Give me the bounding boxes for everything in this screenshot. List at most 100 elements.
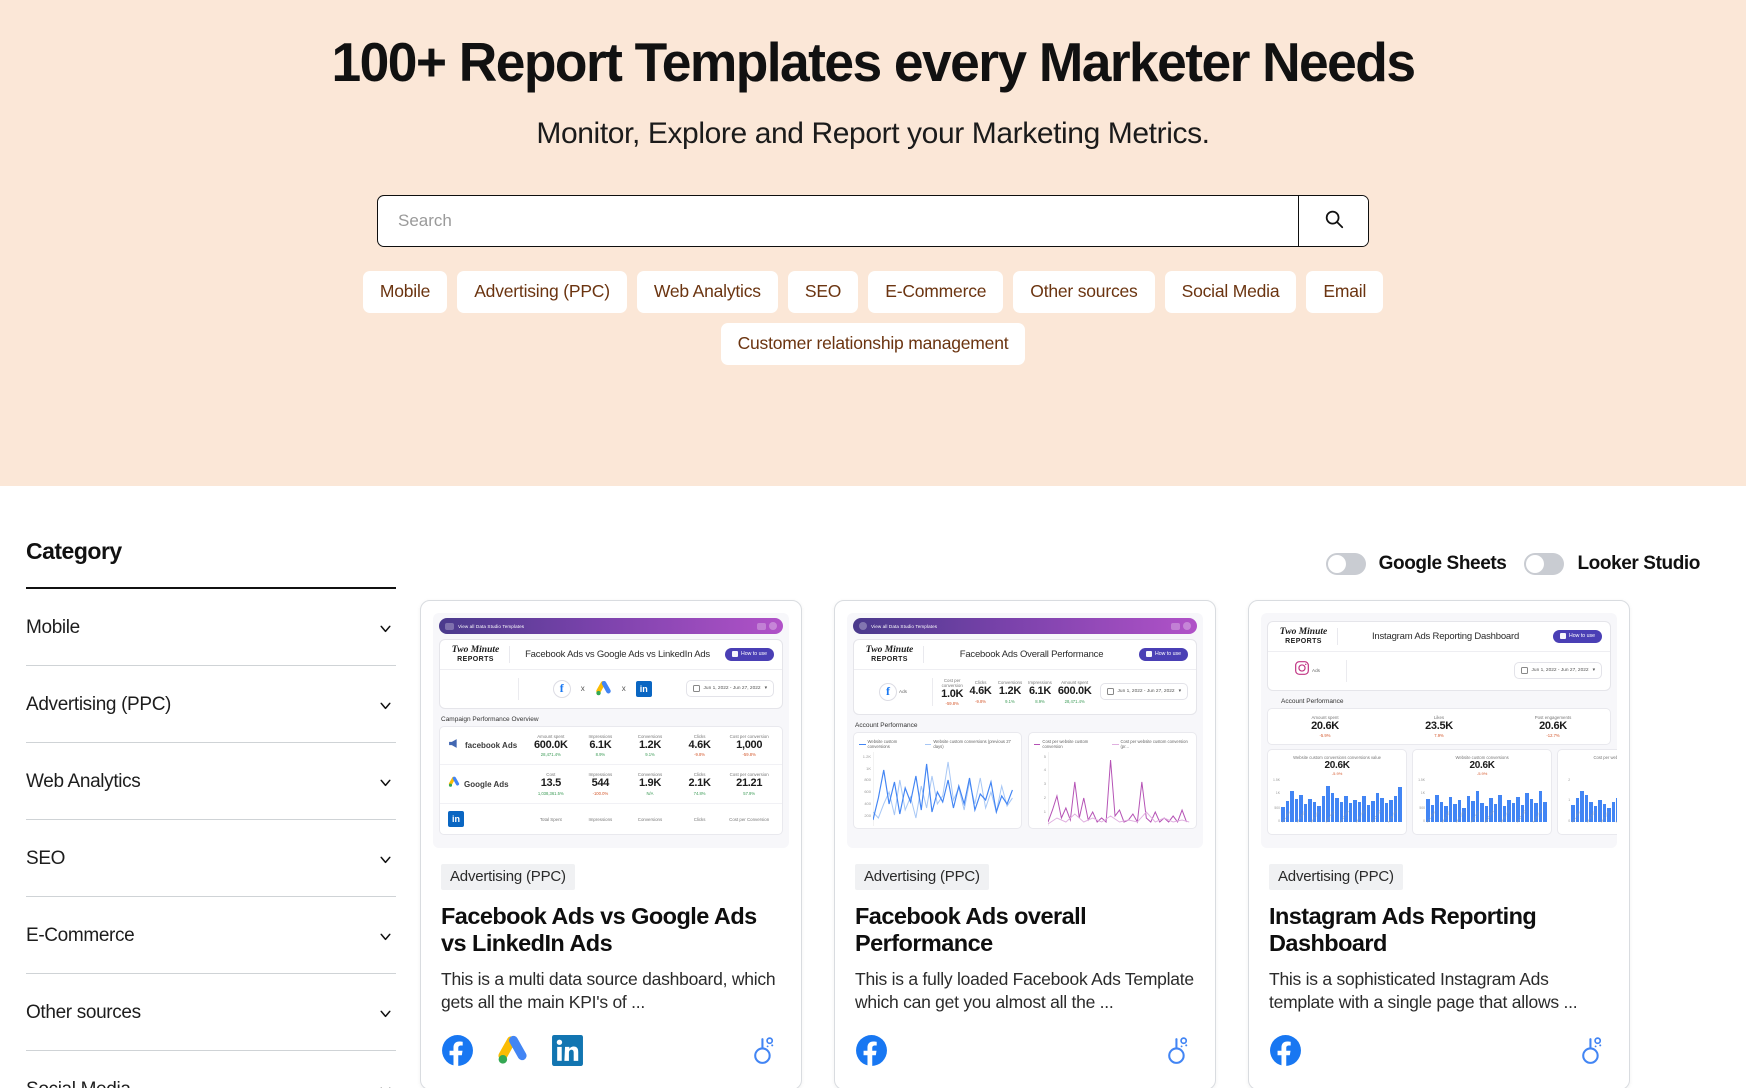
chart-value: 20.6K [1469,760,1495,772]
kpi-delta: 7.9% [1434,733,1444,739]
category-sidebar: Category Mobile Advertising (PPC) Web An… [26,486,420,1088]
y-tick: 600 [864,789,871,795]
template-card[interactable]: Two Minute REPORTS Instagram Ads Reporti… [1248,600,1630,1088]
legend-entry: Website custom conversions (previous 27 … [924,739,1016,749]
sidebar-item-e-commerce[interactable]: E-Commerce [26,897,396,974]
linkedin-icon: in [635,680,652,697]
pill-social-media[interactable]: Social Media [1164,270,1297,313]
y-tick: 1K [1420,791,1426,796]
looker-studio-icon [1162,1034,1195,1067]
card-footer [1249,1014,1629,1088]
y-tick: 1 [1043,809,1046,815]
line-chart-cost: Cost per website custom conversion Cost … [1028,732,1197,830]
kpi-value: 20.6K [1539,719,1567,732]
template-card[interactable]: View all Data Studio Templates Two Minut… [420,600,802,1088]
date-range-value: Jun 1, 2022 - Jun 27, 2022 [703,686,761,691]
kpi-delta: 8.9% [595,752,606,758]
line-chart-conversions: Website custom conversions Website custo… [853,732,1022,830]
logo-line2: REPORTS [871,655,908,663]
pill-email[interactable]: Email [1306,270,1384,313]
kpi-value: 600.0K [533,738,568,751]
toggle-looker-studio[interactable] [1524,553,1565,575]
search-input[interactable] [378,195,1298,246]
pill-e-commerce[interactable]: E-Commerce [868,270,1004,313]
logo-line2: REPORTS [457,655,494,663]
book-icon [1560,633,1567,640]
sidebar-item-other-sources[interactable]: Other sources [26,974,396,1051]
thumbnail-topbar-text: View all Data Studio Templates [871,623,938,629]
linkedin-icon [551,1034,584,1067]
present-icon [757,622,766,630]
kpi-value: 1,000 [736,738,763,751]
kpi-delta: -9.8% [975,698,987,704]
date-range-value: Jun 1, 2022 - Jun 27, 2022 [1531,668,1589,673]
y-tick: 1.5K [1273,778,1280,783]
status-badge: Advertising (PPC) [855,864,989,890]
chevron-down-icon [377,620,394,637]
thumbnail-topbar-text: View all Data Studio Templates [458,623,525,629]
kpi-delta: 28,471.4% [1064,698,1085,704]
facebook-ads-icon [448,736,461,754]
times-separator: x [621,684,626,693]
facebook-icon [441,1034,474,1067]
y-tick: 5 [1043,753,1046,759]
calendar-icon [1106,688,1114,696]
thumbnail-top-kpis: Amount spent 20.6K -5.9% Likes 23.5K 7.9… [1267,707,1611,746]
kpi-delta: -59.8% [742,752,756,758]
linkedin-icon: in [448,811,464,827]
google-ads-icon [496,1034,529,1067]
y-tick: 3 [1043,781,1046,787]
kpi-value: 13.5 [540,777,562,790]
date-range-picker: Jun 1, 2022 - Jun 27, 2022 ▾ [685,680,774,697]
facebook-icon [1269,1034,1302,1067]
search-button[interactable] [1298,195,1368,246]
card-title: Facebook Ads overall Performance [855,903,1087,957]
facebook-icon: f [879,682,898,701]
thumbnail-header-panel: Two Minute REPORTS Facebook Ads vs Googl… [439,639,783,709]
legend-entry: Website custom conversions [859,739,917,749]
sidebar-item-social-media[interactable]: Social Media [26,1051,396,1088]
kpi-delta: -5.9% [1319,733,1331,739]
how-to-use-label: How to use [741,651,767,658]
search-bar [377,194,1369,247]
card-body: Advertising (PPC) Facebook Ads vs Google… [421,848,801,1014]
calendar-icon [1520,667,1528,674]
date-range-value: Jun 1, 2022 - Jun 27, 2022 [1117,689,1175,695]
bar-chart-panel: Website custom conversions conversions v… [1267,749,1408,836]
y-tick: 1 [1568,798,1571,803]
chart-value: 20.6K [1324,760,1350,772]
kpi-value: 544 [591,777,610,790]
kpi-value: 20.6K [1311,719,1339,732]
chevron-down-icon: ▾ [1592,668,1595,673]
sidebar-item-advertising-ppc[interactable]: Advertising (PPC) [26,666,396,743]
pill-seo[interactable]: SEO [787,270,859,313]
kpi-delta: -12.7% [1546,733,1560,739]
sidebar-item-web-analytics[interactable]: Web Analytics [26,743,396,820]
pill-mobile[interactable]: Mobile [362,270,448,313]
x-axis-labels: Jun 1, 2022 Jun 3, 2022 Jun 5, 2022 Jun … [1417,810,1547,832]
date-range-picker: Jun 1, 2022 - Jun 27, 2022 ▾ [1513,662,1602,679]
kpi-label: Total Spent [539,816,562,822]
thumbnail-section-title: Campaign Performance Overview [441,715,539,723]
templates-area: Google Sheets Looker Studio View all Dat… [420,486,1720,1088]
kpi-value: 23.5K [1425,719,1453,732]
y-tick: 200 [864,812,871,818]
pill-web-analytics[interactable]: Web Analytics [636,270,778,313]
toggle-google-sheets[interactable] [1325,553,1366,575]
template-card[interactable]: View all Data Studio Templates Two Minut… [834,600,1216,1088]
table-row: facebook Ads Amount spent 600.0K 28,471.4%… [440,727,782,766]
info-icon [1183,622,1191,630]
chart-delta: -5.9% [1331,771,1343,777]
pill-customer-relationship-management[interactable]: Customer relationship management [720,322,1026,365]
kpi-cell: Amount spent 20.6K -5.9% [1268,715,1382,739]
pill-other-sources[interactable]: Other sources [1013,270,1155,313]
sidebar-item-mobile[interactable]: Mobile [26,589,396,666]
template-thumbnail: View all Data Studio Templates Two Minut… [847,613,1203,848]
sidebar-item-seo[interactable]: SEO [26,820,396,897]
thumbnail-topbar: View all Data Studio Templates [439,618,783,634]
book-icon [732,651,739,658]
y-tick: 2 [1568,778,1571,783]
bar-chart-panel: Website custom conversions 20.6K -5.9% 1… [1412,749,1553,836]
pill-advertising-ppc[interactable]: Advertising (PPC) [457,270,627,313]
how-to-use-button: How to use [1553,629,1602,643]
